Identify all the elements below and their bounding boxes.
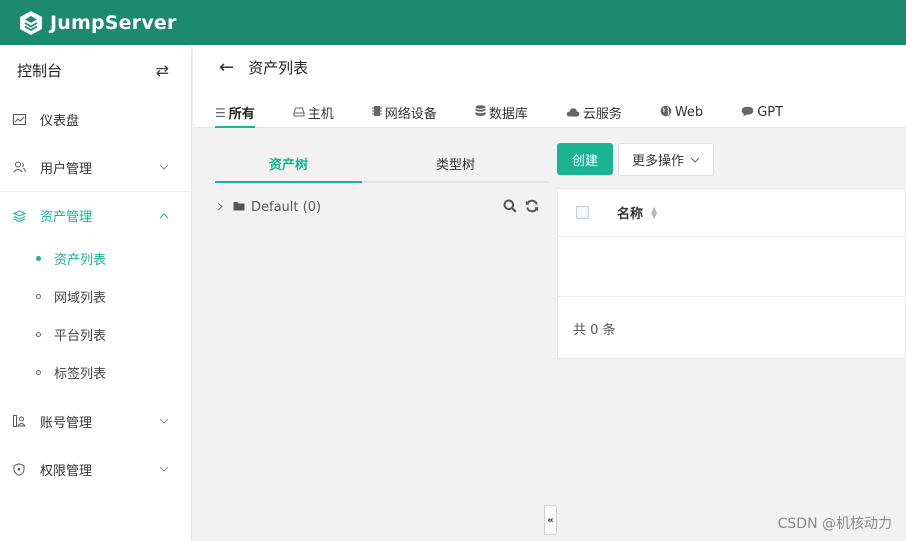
sidebar-subitem-label: 标签列表 (54, 366, 107, 382)
sidebar-subitem-label-list[interactable]: 标签列表 (0, 353, 191, 391)
chevron-down-icon (159, 164, 169, 170)
jumpserver-logo-icon[interactable] (18, 10, 44, 36)
page-header: ← 资产列表 ☰ 所有 主机 网络设备 数据库 云服务 Web GPT (193, 45, 906, 128)
tab-label: GPT (757, 105, 784, 120)
table-header: 名称 ▲ ▼ (558, 189, 905, 237)
sidebar-header: 控制台 ⇄ (0, 45, 191, 95)
tree-tabs: 资产树 类型树 (215, 145, 549, 183)
sort-icon[interactable]: ▲ ▼ (651, 205, 657, 219)
tab-label: 主机 (307, 107, 334, 122)
column-header-name[interactable]: 名称 ▲ ▼ (617, 203, 657, 222)
main-content: ← 资产列表 ☰ 所有 主机 网络设备 数据库 云服务 Web GPT 资产树 … (193, 45, 906, 541)
chip-icon (371, 105, 382, 120)
tab-network-device[interactable]: 网络设备 (371, 97, 437, 128)
list-icon: ☰ (215, 105, 226, 120)
tab-type-tree[interactable]: 类型树 (362, 145, 549, 181)
sidebar: 控制台 ⇄ 仪表盘 用户管理 资产管理 资产列表 网域列表 平台列表 标签列表 (0, 45, 192, 541)
tab-host[interactable]: 主机 (293, 97, 334, 128)
sidebar-subitem-domain-list[interactable]: 网域列表 (0, 277, 191, 315)
chevron-down-icon (690, 157, 700, 163)
bullet-icon (36, 293, 41, 299)
table-body (558, 237, 905, 297)
watermark: CSDN @机核动力 (777, 516, 892, 532)
chat-icon (741, 106, 754, 120)
tab-label: 所有 (228, 107, 255, 122)
console-title: 控制台 (17, 61, 63, 80)
cloud-icon (566, 106, 580, 120)
page-title: 资产列表 (248, 59, 309, 77)
chevron-down-icon (159, 418, 169, 424)
chevron-up-icon (159, 212, 169, 218)
sidebar-subitem-label: 资产列表 (54, 252, 107, 268)
tree-node-default[interactable]: Default (0) (215, 193, 549, 221)
database-icon (475, 105, 486, 120)
asset-tree-panel: 资产树 类型树 Default (0) (215, 145, 549, 221)
sidebar-item-dashboard[interactable]: 仪表盘 (0, 95, 191, 143)
pagination: 共 0 条 (558, 297, 905, 359)
sidebar-subitem-platform-list[interactable]: 平台列表 (0, 315, 191, 353)
more-actions-label: 更多操作 (631, 154, 684, 169)
sidebar-item-label: 权限管理 (40, 463, 93, 479)
sidebar-item-label: 仪表盘 (40, 113, 80, 129)
tab-gpt[interactable]: GPT (741, 97, 783, 128)
tab-web[interactable]: Web (660, 97, 703, 128)
sidebar-subitem-asset-list[interactable]: 资产列表 (0, 239, 191, 277)
sidebar-subitem-label: 网域列表 (54, 290, 107, 306)
tab-cloud[interactable]: 云服务 (566, 97, 622, 128)
globe-icon (660, 105, 672, 120)
more-actions-dropdown[interactable]: 更多操作 (618, 143, 714, 176)
asset-type-tabs: ☰ 所有 主机 网络设备 数据库 云服务 Web GPT (215, 97, 821, 128)
total-count: 共 0 条 (573, 322, 616, 338)
sidebar-subitem-label: 平台列表 (54, 328, 107, 344)
shield-icon (12, 462, 26, 476)
users-icon (12, 160, 26, 174)
dashboard-icon (12, 112, 26, 126)
top-bar: JumpServer (0, 0, 906, 45)
folder-icon (233, 200, 245, 215)
host-icon (293, 106, 305, 120)
tab-label: 数据库 (488, 107, 528, 122)
tab-label: 云服务 (582, 107, 622, 122)
sidebar-item-accounts[interactable]: 账号管理 (0, 397, 191, 445)
sidebar-item-label: 账号管理 (40, 415, 93, 431)
tree-node-label: Default (0) (251, 199, 322, 215)
sidebar-item-assets[interactable]: 资产管理 (0, 191, 191, 239)
sidebar-item-label: 用户管理 (40, 161, 93, 177)
tab-label: 网络设备 (384, 107, 437, 122)
search-icon[interactable] (503, 199, 517, 217)
layers-icon (12, 209, 26, 223)
asset-table: 名称 ▲ ▼ 共 0 条 (557, 188, 906, 359)
tab-label: Web (674, 105, 704, 120)
sidebar-item-users[interactable]: 用户管理 (0, 143, 191, 191)
account-icon (12, 414, 26, 428)
column-header-label: 名称 (617, 207, 644, 222)
chevron-right-icon[interactable] (217, 201, 223, 214)
sidebar-item-label: 资产管理 (40, 210, 93, 225)
tab-asset-tree[interactable]: 资产树 (215, 145, 362, 183)
create-button[interactable]: 创建 (557, 143, 613, 175)
collapse-panel-icon[interactable]: « (544, 505, 557, 535)
back-arrow-icon[interactable]: ← (219, 57, 234, 78)
swap-icon[interactable]: ⇄ (156, 61, 169, 80)
tab-database[interactable]: 数据库 (475, 97, 528, 128)
bullet-icon (36, 255, 41, 261)
refresh-icon[interactable] (525, 199, 539, 217)
select-all-checkbox[interactable] (576, 206, 589, 219)
sidebar-item-permissions[interactable]: 权限管理 (0, 445, 191, 493)
tree-actions (503, 199, 539, 217)
app-name: JumpServer (50, 11, 177, 34)
bullet-icon (36, 331, 41, 337)
chevron-down-icon (159, 466, 169, 472)
tab-all[interactable]: ☰ 所有 (215, 97, 255, 128)
title-row: ← 资产列表 (219, 57, 308, 78)
bullet-icon (36, 369, 41, 375)
